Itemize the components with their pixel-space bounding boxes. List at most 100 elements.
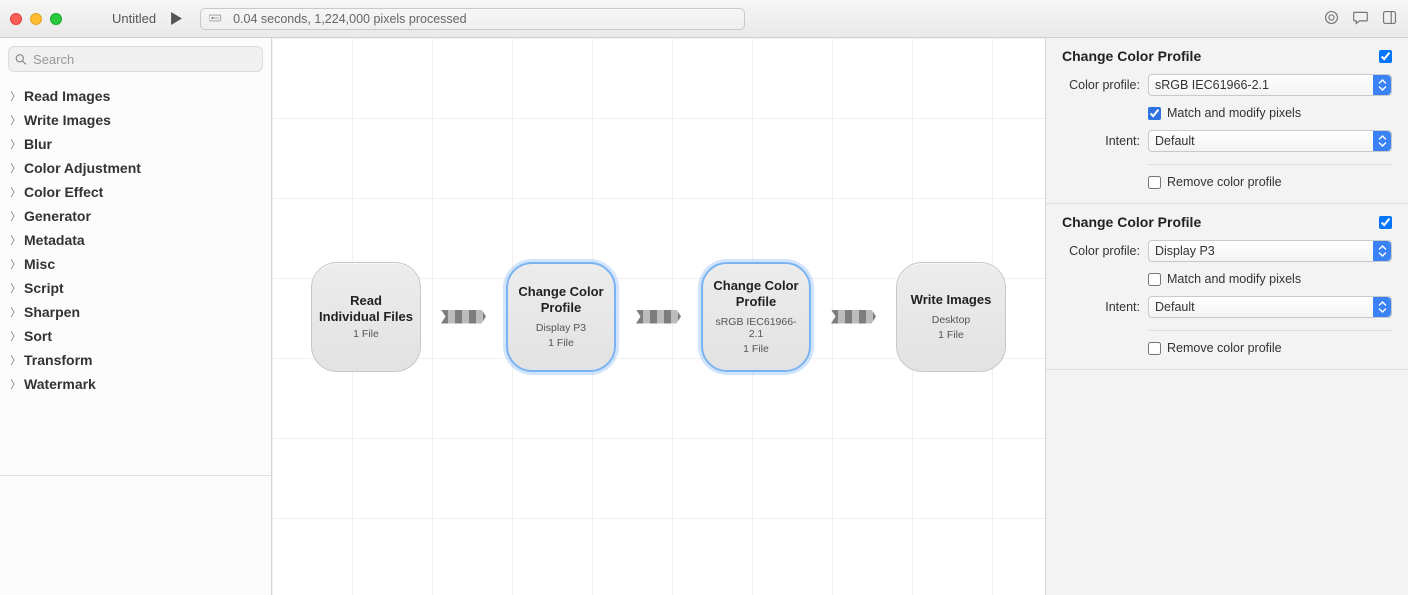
category-label: Color Adjustment bbox=[24, 160, 141, 176]
color-profile-select[interactable]: Display P3 bbox=[1148, 240, 1392, 262]
category-item[interactable]: 〉 Generator bbox=[0, 204, 271, 228]
workflow-graph: Read Individual Files 1 File Change Colo… bbox=[272, 38, 1045, 595]
category-item[interactable]: 〉 Write Images bbox=[0, 108, 271, 132]
category-item[interactable]: 〉 Script bbox=[0, 276, 271, 300]
color-profile-value: sRGB IEC61966-2.1 bbox=[1155, 78, 1269, 92]
category-label: Write Images bbox=[24, 112, 111, 128]
color-profile-select[interactable]: sRGB IEC61966-2.1 bbox=[1148, 74, 1392, 96]
chevron-right-icon: 〉 bbox=[10, 280, 20, 296]
remove-profile-label: Remove color profile bbox=[1167, 175, 1282, 189]
window-controls bbox=[10, 13, 62, 25]
lock-icon bbox=[209, 12, 223, 26]
remove-profile-label: Remove color profile bbox=[1167, 341, 1282, 355]
node-count: 1 File bbox=[548, 337, 574, 349]
category-item[interactable]: 〉 Color Adjustment bbox=[0, 156, 271, 180]
dropdown-arrow-icon bbox=[1373, 75, 1391, 95]
match-pixels-checkbox[interactable]: Match and modify pixels bbox=[1148, 272, 1301, 286]
remove-profile-checkbox[interactable]: Remove color profile bbox=[1148, 341, 1282, 355]
node-count: 1 File bbox=[353, 328, 379, 340]
inspector-heading: Change Color Profile bbox=[1062, 214, 1201, 230]
chevron-right-icon: 〉 bbox=[10, 256, 20, 272]
category-item[interactable]: 〉 Sharpen bbox=[0, 300, 271, 324]
category-item[interactable]: 〉 Transform bbox=[0, 348, 271, 372]
intent-select[interactable]: Default bbox=[1148, 130, 1392, 152]
connector bbox=[636, 310, 681, 324]
profile-label: Color profile: bbox=[1062, 244, 1140, 258]
dropdown-arrow-icon bbox=[1373, 241, 1391, 261]
profile-label: Color profile: bbox=[1062, 78, 1140, 92]
inspector-divider bbox=[1148, 164, 1392, 165]
sidebar-bottom-panel bbox=[0, 475, 271, 595]
category-label: Blur bbox=[24, 136, 52, 152]
intent-select[interactable]: Default bbox=[1148, 296, 1392, 318]
chevron-right-icon: 〉 bbox=[10, 136, 20, 152]
category-label: Sort bbox=[24, 328, 52, 344]
node-title: Write Images bbox=[911, 292, 992, 308]
close-window-button[interactable] bbox=[10, 13, 22, 25]
node-subtitle: Desktop bbox=[932, 314, 971, 326]
category-list: 〉 Read Images〉 Write Images〉 Blur〉 Color… bbox=[0, 80, 271, 400]
category-item[interactable]: 〉 Misc bbox=[0, 252, 271, 276]
remove-profile-checkbox[interactable]: Remove color profile bbox=[1148, 175, 1282, 189]
inspector-divider bbox=[1148, 330, 1392, 331]
chevron-right-icon: 〉 bbox=[10, 304, 20, 320]
section-enable-checkbox[interactable] bbox=[1379, 50, 1392, 63]
status-text: 0.04 seconds, 1,224,000 pixels processed bbox=[233, 12, 467, 26]
inspector-section: Change Color Profile Color profile: sRGB… bbox=[1046, 38, 1408, 204]
minimize-window-button[interactable] bbox=[30, 13, 42, 25]
inspector-panel: Change Color Profile Color profile: sRGB… bbox=[1046, 38, 1408, 595]
chevron-right-icon: 〉 bbox=[10, 208, 20, 224]
connector bbox=[831, 310, 876, 324]
inspector-heading: Change Color Profile bbox=[1062, 48, 1201, 64]
category-item[interactable]: 〉 Color Effect bbox=[0, 180, 271, 204]
color-profile-value: Display P3 bbox=[1155, 244, 1215, 258]
chevron-right-icon: 〉 bbox=[10, 328, 20, 344]
comment-icon[interactable] bbox=[1352, 9, 1369, 29]
node-title: Change Color Profile bbox=[514, 284, 608, 317]
chevron-right-icon: 〉 bbox=[10, 88, 20, 104]
node-title: Change Color Profile bbox=[709, 278, 803, 311]
category-label: Script bbox=[24, 280, 64, 296]
search-input[interactable] bbox=[33, 52, 256, 67]
match-pixels-label: Match and modify pixels bbox=[1167, 272, 1301, 286]
preview-icon[interactable] bbox=[1323, 9, 1340, 29]
category-label: Metadata bbox=[24, 232, 85, 248]
intent-value: Default bbox=[1155, 134, 1195, 148]
category-item[interactable]: 〉 Watermark bbox=[0, 372, 271, 396]
workflow-canvas[interactable]: Read Individual Files 1 File Change Colo… bbox=[272, 38, 1046, 595]
inspector-toggle-icon[interactable] bbox=[1381, 9, 1398, 29]
intent-label: Intent: bbox=[1062, 134, 1140, 148]
titlebar: Untitled 0.04 seconds, 1,224,000 pixels … bbox=[0, 0, 1408, 38]
workflow-node[interactable]: Change Color Profile Display P3 1 File bbox=[506, 262, 616, 372]
category-item[interactable]: 〉 Blur bbox=[0, 132, 271, 156]
workflow-node[interactable]: Change Color Profile sRGB IEC61966-2.1 1… bbox=[701, 262, 811, 372]
chevron-right-icon: 〉 bbox=[10, 184, 20, 200]
chevron-right-icon: 〉 bbox=[10, 112, 20, 128]
workflow-node[interactable]: Write Images Desktop 1 File bbox=[896, 262, 1006, 372]
search-icon bbox=[15, 53, 27, 66]
match-pixels-checkbox[interactable]: Match and modify pixels bbox=[1148, 106, 1301, 120]
dropdown-arrow-icon bbox=[1373, 131, 1391, 151]
section-enable-checkbox[interactable] bbox=[1379, 216, 1392, 229]
category-label: Transform bbox=[24, 352, 92, 368]
match-pixels-label: Match and modify pixels bbox=[1167, 106, 1301, 120]
intent-label: Intent: bbox=[1062, 300, 1140, 314]
category-item[interactable]: 〉 Metadata bbox=[0, 228, 271, 252]
category-label: Read Images bbox=[24, 88, 110, 104]
zoom-window-button[interactable] bbox=[50, 13, 62, 25]
chevron-right-icon: 〉 bbox=[10, 376, 20, 392]
node-subtitle: sRGB IEC61966-2.1 bbox=[709, 316, 803, 340]
chevron-right-icon: 〉 bbox=[10, 232, 20, 248]
node-title: Read Individual Files bbox=[318, 293, 414, 326]
node-count: 1 File bbox=[743, 343, 769, 355]
run-button[interactable] bbox=[166, 9, 186, 29]
search-box[interactable] bbox=[8, 46, 263, 72]
category-item[interactable]: 〉 Sort bbox=[0, 324, 271, 348]
play-icon bbox=[170, 12, 183, 25]
sidebar: 〉 Read Images〉 Write Images〉 Blur〉 Color… bbox=[0, 38, 272, 595]
category-item[interactable]: 〉 Read Images bbox=[0, 84, 271, 108]
chevron-right-icon: 〉 bbox=[10, 352, 20, 368]
category-label: Color Effect bbox=[24, 184, 103, 200]
workflow-node[interactable]: Read Individual Files 1 File bbox=[311, 262, 421, 372]
category-label: Generator bbox=[24, 208, 91, 224]
